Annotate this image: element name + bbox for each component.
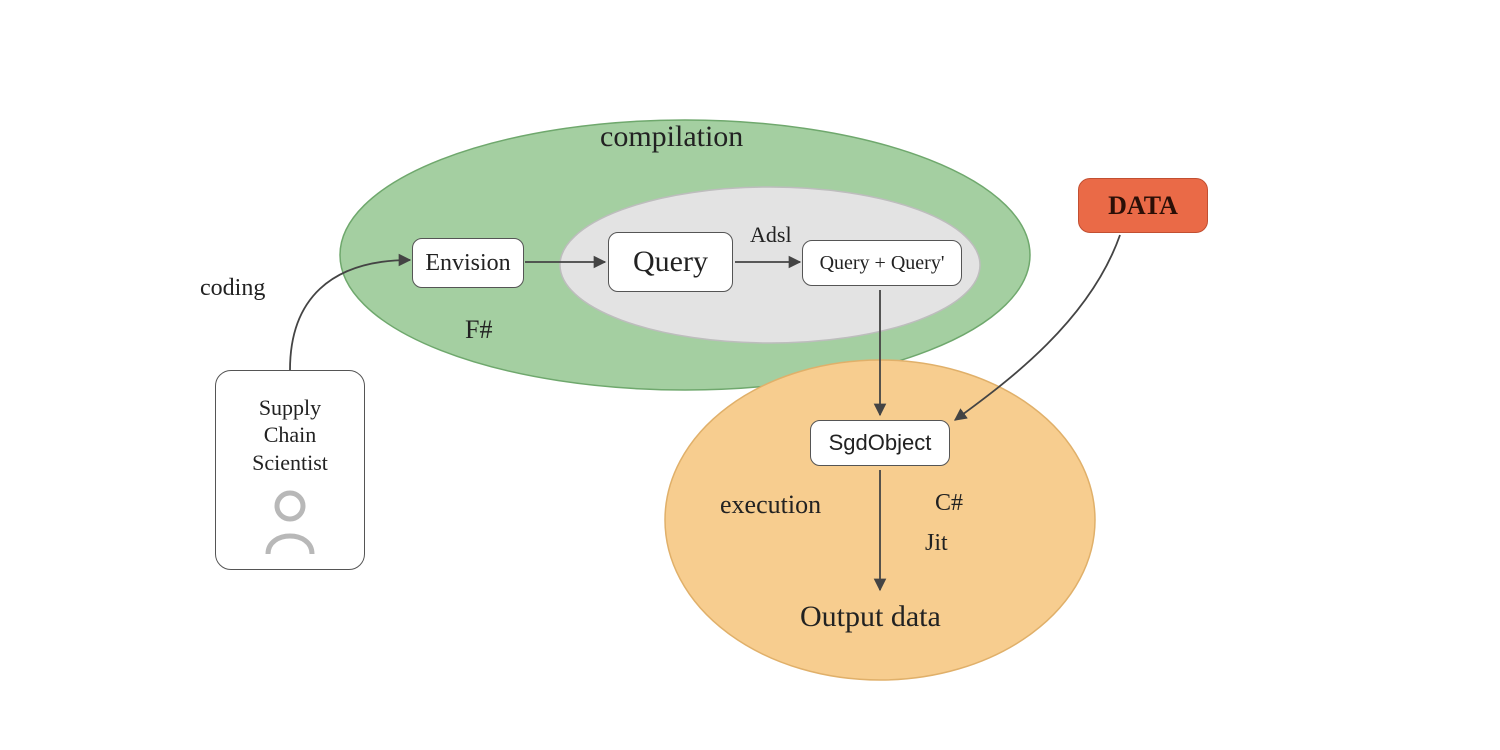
- scientist-title: Supply Chain Scientist: [252, 394, 328, 477]
- sgd-label: SgdObject: [829, 430, 932, 456]
- compilation-title: compilation: [600, 120, 743, 154]
- query-label: Query: [633, 245, 708, 279]
- coding-label: coding: [200, 275, 265, 302]
- compilation-lang: F#: [465, 315, 492, 345]
- adsl-label: Adsl: [750, 222, 792, 248]
- execution-title: execution: [720, 490, 821, 520]
- query-box: Query: [608, 232, 733, 292]
- scientist-box: Supply Chain Scientist: [215, 370, 365, 570]
- jit-label: Jit: [925, 530, 948, 557]
- data-label: DATA: [1108, 191, 1178, 221]
- query-prime-box: Query + Query': [802, 240, 962, 286]
- query-prime-label: Query + Query': [820, 252, 945, 275]
- output-label: Output data: [800, 600, 941, 634]
- data-box: DATA: [1078, 178, 1208, 233]
- envision-label: Envision: [425, 250, 510, 277]
- sgd-box: SgdObject: [810, 420, 950, 466]
- envision-box: Envision: [412, 238, 524, 288]
- execution-lang: C#: [935, 490, 963, 517]
- person-icon: [260, 488, 320, 558]
